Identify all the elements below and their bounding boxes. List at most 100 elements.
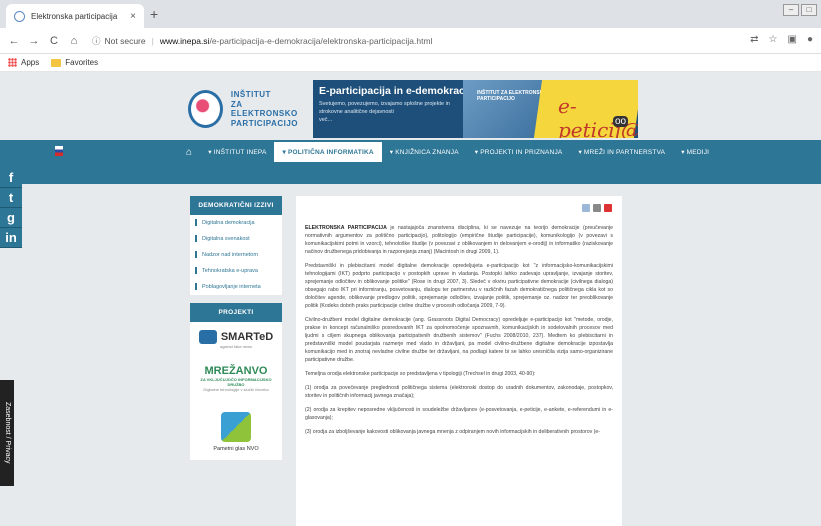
email-icon[interactable] — [582, 204, 590, 212]
url-field[interactable]: ⓘ Not secure | www.inepa.si /e-participa… — [92, 35, 432, 47]
maximize-icon[interactable]: □ — [801, 4, 817, 16]
banner-text-body: Svetujemo, povezujemo, izvajamo splošne … — [319, 101, 450, 115]
article-tools — [582, 204, 612, 212]
site-header: INŠTITUT ZA ELEKTRONSKO PARTICIPACIJO E-… — [0, 72, 821, 140]
sidebar-item[interactable]: Tehnokratska e-uprava — [190, 263, 282, 279]
info-icon[interactable]: ⓘ — [92, 35, 101, 47]
nav-item-label: KNJIŽNICA ZNANJA — [395, 148, 459, 156]
banner-title: E-participacija in e-demokracija — [319, 85, 477, 97]
nav-item-mediji[interactable]: ▾ MEDIJI — [673, 142, 717, 162]
paragraph-1: ELEKTRONSKA PARTICIPACIJA je nastajajoča… — [305, 224, 613, 256]
folder-icon — [51, 58, 62, 67]
pdf-icon[interactable] — [604, 204, 612, 212]
privacy-button[interactable]: Zasebnost / Privacy — [0, 380, 14, 486]
site-logo[interactable]: INŠTITUT ZA ELEKTRONSKO PARTICIPACIJO — [188, 84, 298, 134]
nav-item-label: POLITIČNA INFORMATIKA — [287, 148, 374, 156]
print-icon[interactable] — [593, 204, 601, 212]
project-smarted[interactable]: SMARTeD against fake news — [190, 322, 282, 357]
nav-item-label: MEDIJI — [686, 148, 710, 156]
project-mrezanvo[interactable]: MREŽANVO ZA VKLJUČUJOČO INFORMACIJSKO DR… — [190, 357, 282, 400]
sidebar-projects: PROJEKTI SMARTeD against fake news MREŽA… — [190, 303, 282, 460]
smarted-sub: against fake news — [219, 344, 253, 349]
smarted-label: SMARTeD — [220, 331, 274, 343]
site-favicon-icon — [14, 10, 25, 22]
close-tab-icon[interactable]: × — [130, 11, 136, 22]
nav-item-politicna-informatika[interactable]: ▾ POLITIČNA INFORMATIKA — [274, 142, 382, 162]
security-label: Not secure — [104, 35, 146, 46]
nav-item-knjiznica[interactable]: ▾ KNJIŽNICA ZNANJA — [382, 142, 467, 162]
language-flag-icon[interactable] — [55, 146, 63, 156]
mrezanvo-caption: Digitalne tehnologije v službi človeka — [203, 387, 269, 392]
sidebar-challenges: DEMOKRATIČNI IZZIVI Digitalna demokracij… — [190, 196, 282, 295]
nav-item-label: MREŽI IN PARTNERSTVA — [583, 148, 666, 156]
sidebar-item[interactable]: Digitalna demokracija — [190, 215, 282, 231]
paragraph-6: (2) orodja za krepitev neposredne vključ… — [305, 407, 613, 421]
bookmarks-bar: Apps Favorites — [0, 54, 821, 72]
mrezanvo-logo: MREŽANVO — [204, 365, 268, 377]
header-banner[interactable]: E-participacija in e-demokracija Svetuje… — [313, 80, 638, 138]
sidebar-item[interactable]: Poblagovljanje interneta — [190, 279, 282, 295]
browser-tab-bar: Elektronska participacija × + – □ — [0, 0, 821, 28]
tab-title: Elektronska participacija — [31, 11, 118, 21]
paragraph-7: (3) orodja za izboljševanje kakovosti ob… — [305, 429, 600, 435]
facebook-icon[interactable]: f — [0, 168, 22, 188]
nvo-label: Pametni glas NVO — [213, 446, 259, 452]
sidebar-item[interactable]: Digitalna svenakost — [190, 231, 282, 247]
window-controls: – □ — [783, 4, 817, 16]
banner-more: več... — [319, 117, 333, 123]
google-plus-icon[interactable]: g — [0, 208, 22, 228]
back-icon[interactable]: ← — [6, 35, 22, 47]
logo-mark-icon — [188, 90, 223, 128]
main-navigation: ⌂ ▾ INŠTITUT INEPA ▾ POLITIČNA INFORMATI… — [0, 140, 821, 184]
logo-line-2: ZA — [230, 99, 243, 109]
smarted-icon — [198, 330, 217, 344]
project-nvo[interactable]: Pametni glas NVO — [190, 400, 282, 460]
profile-icon[interactable]: ● — [807, 34, 813, 45]
bookmark-apps-label: Apps — [21, 58, 40, 67]
minimize-icon[interactable]: – — [783, 4, 799, 16]
logo-line-3: ELEKTRONSKO — [230, 109, 298, 118]
sidebar-projects-title: PROJEKTI — [190, 303, 282, 322]
url-host: www.inepa.si — [159, 35, 210, 46]
web-page: INŠTITUT ZA ELEKTRONSKO PARTICIPACIJO E-… — [0, 72, 821, 526]
twitter-icon[interactable]: t — [0, 188, 22, 208]
apps-grid-icon — [8, 58, 17, 67]
extension-icon[interactable]: ▣ — [788, 34, 797, 45]
nav-home[interactable]: ⌂ — [178, 142, 200, 162]
home-icon[interactable]: ⌂ — [66, 35, 82, 47]
nav-item-institut[interactable]: ▾ INŠTITUT INEPA — [200, 142, 274, 162]
left-sidebar: DEMOKRATIČNI IZZIVI Digitalna demokracij… — [190, 196, 282, 526]
mrezanvo-sub: ZA VKLJUČUJOČO INFORMACIJSKO DRUŽBO — [200, 377, 272, 387]
translate-icon[interactable]: ⇄ — [750, 34, 758, 45]
reload-icon[interactable]: C — [46, 35, 62, 47]
new-tab-button[interactable]: + — [150, 6, 158, 22]
bookmark-favorites[interactable]: Favorites — [51, 58, 98, 67]
nvo-illustration — [221, 412, 251, 442]
social-sidebar: f t g in — [0, 168, 22, 248]
bookmark-apps[interactable]: Apps — [8, 58, 39, 67]
smarted-logo: SMARTeD — [198, 330, 274, 344]
url-separator: | — [151, 35, 154, 46]
banner-text: Svetujemo, povezujemo, izvajamo splošne … — [319, 100, 459, 124]
banner-badge: oo — [613, 116, 629, 127]
linkedin-icon[interactable]: in — [0, 228, 22, 248]
home-nav-icon: ⌂ — [186, 146, 193, 158]
sidebar-item[interactable]: Nadzor nad internetom — [190, 247, 282, 263]
sidebar-challenges-title: DEMOKRATIČNI IZZIVI — [190, 196, 282, 215]
article-content: ELEKTRONSKA PARTICIPACIJA je nastajajoča… — [296, 196, 622, 526]
nav-item-projekti[interactable]: ▾ PROJEKTI IN PRIZNANJA — [467, 142, 571, 162]
forward-icon[interactable]: → — [26, 35, 42, 47]
banner-mini-logo: INŠTITUT ZA ELEKTRONSKO PARTICIPACIJO — [477, 90, 548, 102]
logo-line-1: INŠTITUT — [230, 90, 271, 99]
browser-tab[interactable]: Elektronska participacija × — [6, 4, 144, 28]
star-icon[interactable]: ☆ — [769, 34, 778, 45]
toolbar-icons: ⇄ ☆ ▣ ● — [750, 34, 813, 45]
article-lead: ELEKTRONSKA PARTICIPACIJA — [305, 225, 387, 231]
paragraph-5: (1) orodja za povečevanje preglednosti p… — [305, 385, 613, 399]
nav-item-mreze[interactable]: ▾ MREŽI IN PARTNERSTVA — [570, 142, 673, 162]
url-path: /e-participacija-e-demokracija/elektrons… — [209, 35, 433, 46]
nav-items: ⌂ ▾ INŠTITUT INEPA ▾ POLITIČNA INFORMATI… — [178, 142, 738, 162]
logo-line-4: PARTICIPACIJO — [230, 118, 298, 128]
address-bar: ← → C ⌂ ⓘ Not secure | www.inepa.si /e-p… — [0, 28, 821, 54]
logo-text: INŠTITUT ZA ELEKTRONSKO PARTICIPACIJO — [231, 90, 298, 128]
